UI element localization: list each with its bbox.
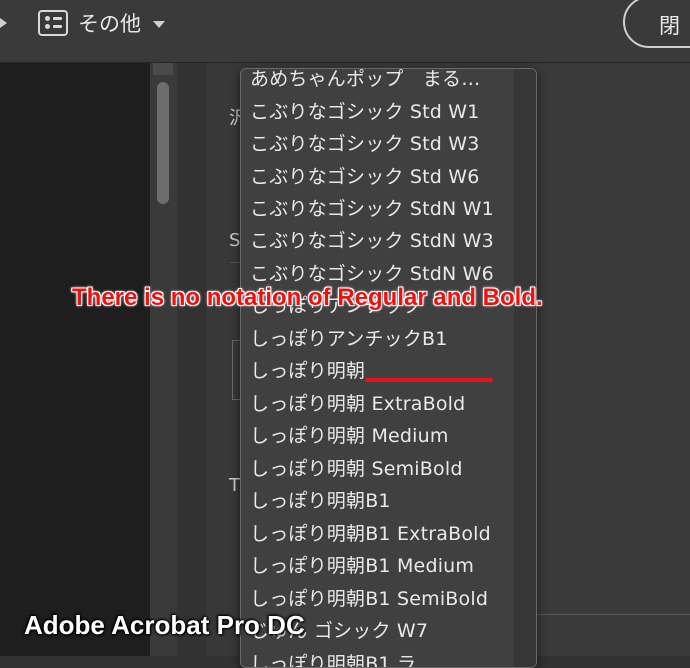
divider [536,614,690,615]
font-dropdown-list[interactable]: あめちゃんポップ まる… こぶりなゴシック Std W1 こぶりなゴシック St… [240,68,537,668]
more-tools-button[interactable]: その他 [38,6,165,40]
font-option[interactable]: しっぽり明朝B1 [250,485,516,517]
font-option[interactable]: しっぽり明朝 Medium [250,420,516,452]
font-option[interactable]: しっぽり明朝 SemiBold [250,453,516,485]
scrollbar-track [153,63,173,75]
caret-down-icon [153,20,165,28]
font-option[interactable]: しっぽり明朝B1 ラ [250,648,516,667]
document-area [0,63,150,656]
toolbar: その他 閉 [0,0,690,63]
font-option[interactable]: しっぽり明朝B1 Medium [250,550,516,582]
font-option[interactable]: しっぽりアンチックB1 [250,323,516,355]
font-option[interactable]: こぶりなゴシック Std W3 [250,128,516,160]
panel-gutter [177,63,207,656]
font-option[interactable]: こぶりなゴシック StdN W1 [250,193,516,225]
font-option[interactable]: しっぽり明朝B1 ExtraBold [250,518,516,550]
properties-right-strip [536,63,690,656]
hidden-label-3: T [229,475,240,496]
more-label: その他 [78,12,141,36]
font-option[interactable]: しっぽり明朝 ExtraBold [250,388,516,420]
font-option[interactable]: こぶりなゴシック StdN W3 [250,225,516,257]
dropdown-scrollbar[interactable] [514,69,536,667]
close-button[interactable]: 閉 [623,0,690,48]
font-option[interactable]: あめちゃんポップ まる… [250,69,516,95]
app-caption: Adobe Acrobat Pro DC [24,610,305,640]
list-icon [38,10,68,36]
annotation-underline [365,378,493,382]
hidden-label-2: S [229,230,241,251]
scrollbar-thumb[interactable] [157,82,169,204]
font-option[interactable]: こぶりなゴシック Std W1 [250,96,516,128]
close-label: 閉 [659,14,680,38]
font-option[interactable]: こぶりなゴシック Std W6 [250,161,516,193]
expand-arrow-icon[interactable] [0,14,10,30]
annotation-note: There is no notation of Regular and Bold… [72,284,543,311]
font-option[interactable]: しっぽり明朝 [250,355,516,387]
